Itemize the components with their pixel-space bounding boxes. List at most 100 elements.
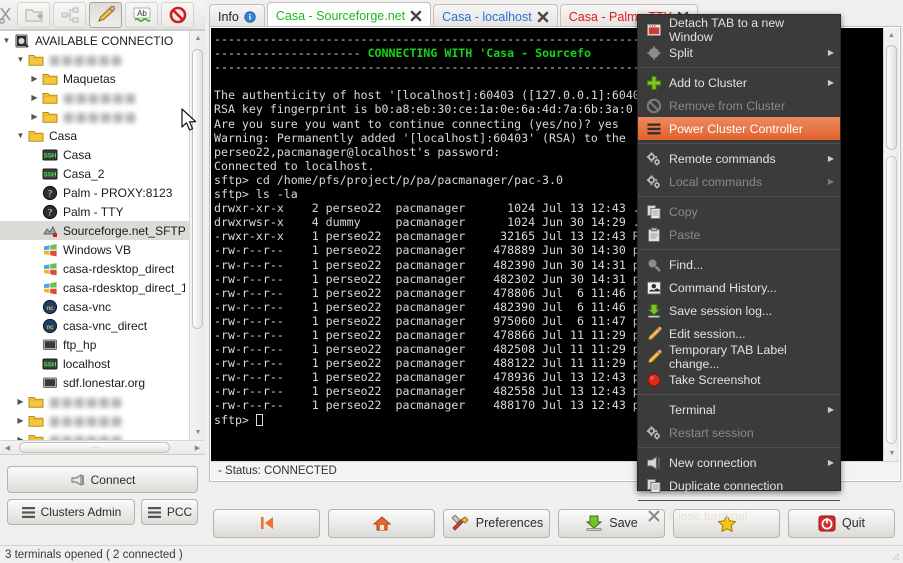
preferences-label: Preferences (475, 516, 544, 530)
app-root-icon (13, 32, 30, 49)
tree-twisty-icon[interactable]: ▼ (14, 131, 27, 140)
tree-item[interactable]: ▶ ▩▩▩▩▩▩ (0, 107, 189, 126)
tree-item[interactable]: ▶ ▩▩▩▩▩▩ (0, 392, 189, 411)
terminal-vertical-scrollbar[interactable]: ▲ ▼ (883, 28, 899, 461)
save-label: Save (609, 516, 638, 530)
preferences-button[interactable]: Preferences (443, 508, 550, 538)
tree-item[interactable]: ? Palm - PROXY:8123 (0, 183, 189, 202)
tree-item[interactable]: SSH Casa_2 (0, 164, 189, 183)
rewind-icon (260, 517, 273, 529)
clusters-admin-button[interactable]: Clusters Admin (7, 499, 135, 525)
tree-twisty-icon[interactable]: ▶ (28, 112, 41, 121)
scroll-up-arrow-icon[interactable]: ▲ (190, 31, 205, 46)
submenu-arrow-icon: ▶ (827, 458, 834, 467)
tab-close-icon[interactable] (537, 11, 549, 23)
svg-text:Ab: Ab (137, 9, 147, 18)
tab-casa-sourceforge-net[interactable]: Casa - Sourceforge.net (266, 2, 432, 28)
tab-info[interactable]: Info (209, 4, 265, 28)
menu-item-detach-tab-to-a-new-window[interactable]: Detach TAB to a new Window (638, 16, 840, 44)
tree-horizontal-scrollbar[interactable]: ◀ ⋯ ▶ (0, 440, 205, 454)
scroll-down-arrow-icon[interactable]: ▼ (190, 425, 205, 440)
menu-item-find[interactable]: Find... (638, 253, 840, 276)
scroll-right-arrow-icon[interactable]: ▶ (190, 444, 205, 452)
tree-item[interactable]: nc casa-vnc_direct (0, 316, 189, 335)
svg-text:nc: nc (46, 324, 54, 330)
node-tree-button[interactable] (53, 1, 86, 28)
tree-item[interactable]: ftp_hp (0, 335, 189, 354)
connections-tree-list[interactable]: ▼ AVAILABLE CONNECTIO ▼ ▩▩▩▩▩▩ ▶ Maquetas ▶ ▩▩▩… (0, 31, 189, 440)
window-status-bar: 3 terminals opened ( 2 connected ) (0, 545, 903, 563)
menu-item-take-screenshot[interactable]: Take Screenshot (638, 368, 840, 391)
tree-twisty-icon[interactable]: ▶ (28, 74, 41, 83)
tree-item-label: ▩▩▩▩▩▩ (63, 109, 138, 124)
tree-item[interactable]: casa-rdesktop_direct_19 (0, 278, 189, 297)
tree-item[interactable]: ▶ ▩▩▩▩▩▩ (0, 411, 189, 430)
question-icon: ? (41, 203, 58, 220)
tree-vertical-scrollbar[interactable]: ▲ ▼ (189, 31, 205, 440)
tree-twisty-icon[interactable]: ▶ (14, 416, 27, 425)
tree-item[interactable]: ▶ ▩▩▩▩▩▩ (0, 88, 189, 107)
connect-button[interactable]: Connect (7, 466, 198, 493)
tree-item[interactable]: nc casa-vnc (0, 297, 189, 316)
menu-item-save-session-log[interactable]: Save session log... (638, 299, 840, 322)
scroll-left-arrow-icon[interactable]: ◀ (0, 444, 15, 452)
home-button[interactable] (328, 508, 435, 538)
tree-item[interactable]: sdf.lonestar.org (0, 373, 189, 392)
status-bar-text: 3 terminals opened ( 2 connected ) (5, 548, 183, 561)
tree-twisty-icon[interactable]: ▼ (0, 36, 13, 45)
spellcheck-ab-button[interactable]: Ab (125, 1, 158, 28)
menu-item-duplicate-connection[interactable]: Duplicate connection (638, 474, 840, 497)
paste-icon (643, 226, 665, 244)
tab-close-icon[interactable] (410, 10, 422, 22)
tab-context-menu[interactable]: Detach TAB to a new Window Split ▶ Add to C… (637, 14, 841, 523)
menu-item-label: Restart session (669, 425, 754, 440)
menu-item-temporary-tab-label-change[interactable]: Temporary TAB Label change... (638, 343, 840, 371)
tree-item[interactable]: ▼ AVAILABLE CONNECTIO (0, 31, 189, 50)
menu-item-remote-commands[interactable]: Remote commands ▶ (638, 147, 840, 170)
hscroll-track[interactable]: ⋯ (15, 442, 190, 453)
terminal-scroll-down-icon[interactable]: ▼ (884, 446, 900, 461)
forbidden-button[interactable] (161, 1, 194, 28)
edit-pencil-button[interactable] (89, 1, 122, 28)
tree-twisty-icon[interactable]: ▼ (14, 55, 27, 64)
tab-casa-localhost[interactable]: Casa - localhost (433, 4, 558, 28)
tree-item[interactable]: ▶ Maquetas (0, 69, 189, 88)
new-group-button[interactable] (17, 1, 50, 28)
tree-item[interactable]: SSH Casa (0, 145, 189, 164)
tree-item[interactable]: casa-rdesktop_direct (0, 259, 189, 278)
tree-item-label: Windows VB (63, 242, 132, 257)
folder-icon (27, 51, 44, 68)
menu-item-split[interactable]: Split ▶ (638, 41, 840, 64)
tree-item[interactable]: ▼ Casa (0, 126, 189, 145)
menu-item-new-connection[interactable]: New connection ▶ (638, 451, 840, 474)
tree-item[interactable]: ▶ ▩▩▩▩▩▩ (0, 430, 189, 440)
folder-icon (27, 431, 44, 440)
tree-item[interactable]: ? Palm - TTY (0, 202, 189, 221)
terminal-status-text: - Status: CONNECTED (218, 465, 337, 477)
menu-item-label: Split (669, 45, 693, 60)
close-x-icon (643, 507, 665, 525)
terminal-scroll-track-lower[interactable] (886, 156, 897, 444)
menu-item-power-cluster-controller[interactable]: Power Cluster Controller (638, 117, 840, 140)
menu-item-terminal[interactable]: Terminal ▶ (638, 398, 840, 421)
submenu-arrow-icon: ▶ (827, 154, 834, 163)
pcc-button[interactable]: PCC (141, 499, 198, 525)
connections-tree[interactable]: ▼ AVAILABLE CONNECTIO ▼ ▩▩▩▩▩▩ ▶ Maquetas ▶ ▩▩▩… (0, 30, 205, 455)
tree-item[interactable]: Sourceforge.net_SFTP (0, 221, 189, 240)
terminal-scroll-up-icon[interactable]: ▲ (884, 28, 899, 43)
rewind-button[interactable] (213, 508, 320, 538)
tree-scroll-thumb[interactable] (192, 49, 203, 329)
menu-item-add-to-cluster[interactable]: Add to Cluster ▶ (638, 71, 840, 94)
tree-item[interactable]: Windows VB (0, 240, 189, 259)
resize-grip-icon[interactable] (890, 551, 900, 561)
menu-item-command-history[interactable]: Command History... (638, 276, 840, 299)
terminal-scroll-thumb-top[interactable] (886, 45, 897, 150)
tree-twisty-icon[interactable]: ▶ (28, 93, 41, 102)
tree-twisty-icon[interactable]: ▶ (14, 397, 27, 406)
tree-item[interactable]: ▼ ▩▩▩▩▩▩ (0, 50, 189, 69)
cut-partial-icon[interactable] (0, 2, 14, 28)
ssh-icon: SSH (41, 146, 58, 163)
tree-hscroll-thumb[interactable]: ⋯ (19, 442, 170, 453)
menu-item-close-terminal[interactable]: Close terminal (638, 504, 840, 527)
tree-item[interactable]: SSH localhost (0, 354, 189, 373)
